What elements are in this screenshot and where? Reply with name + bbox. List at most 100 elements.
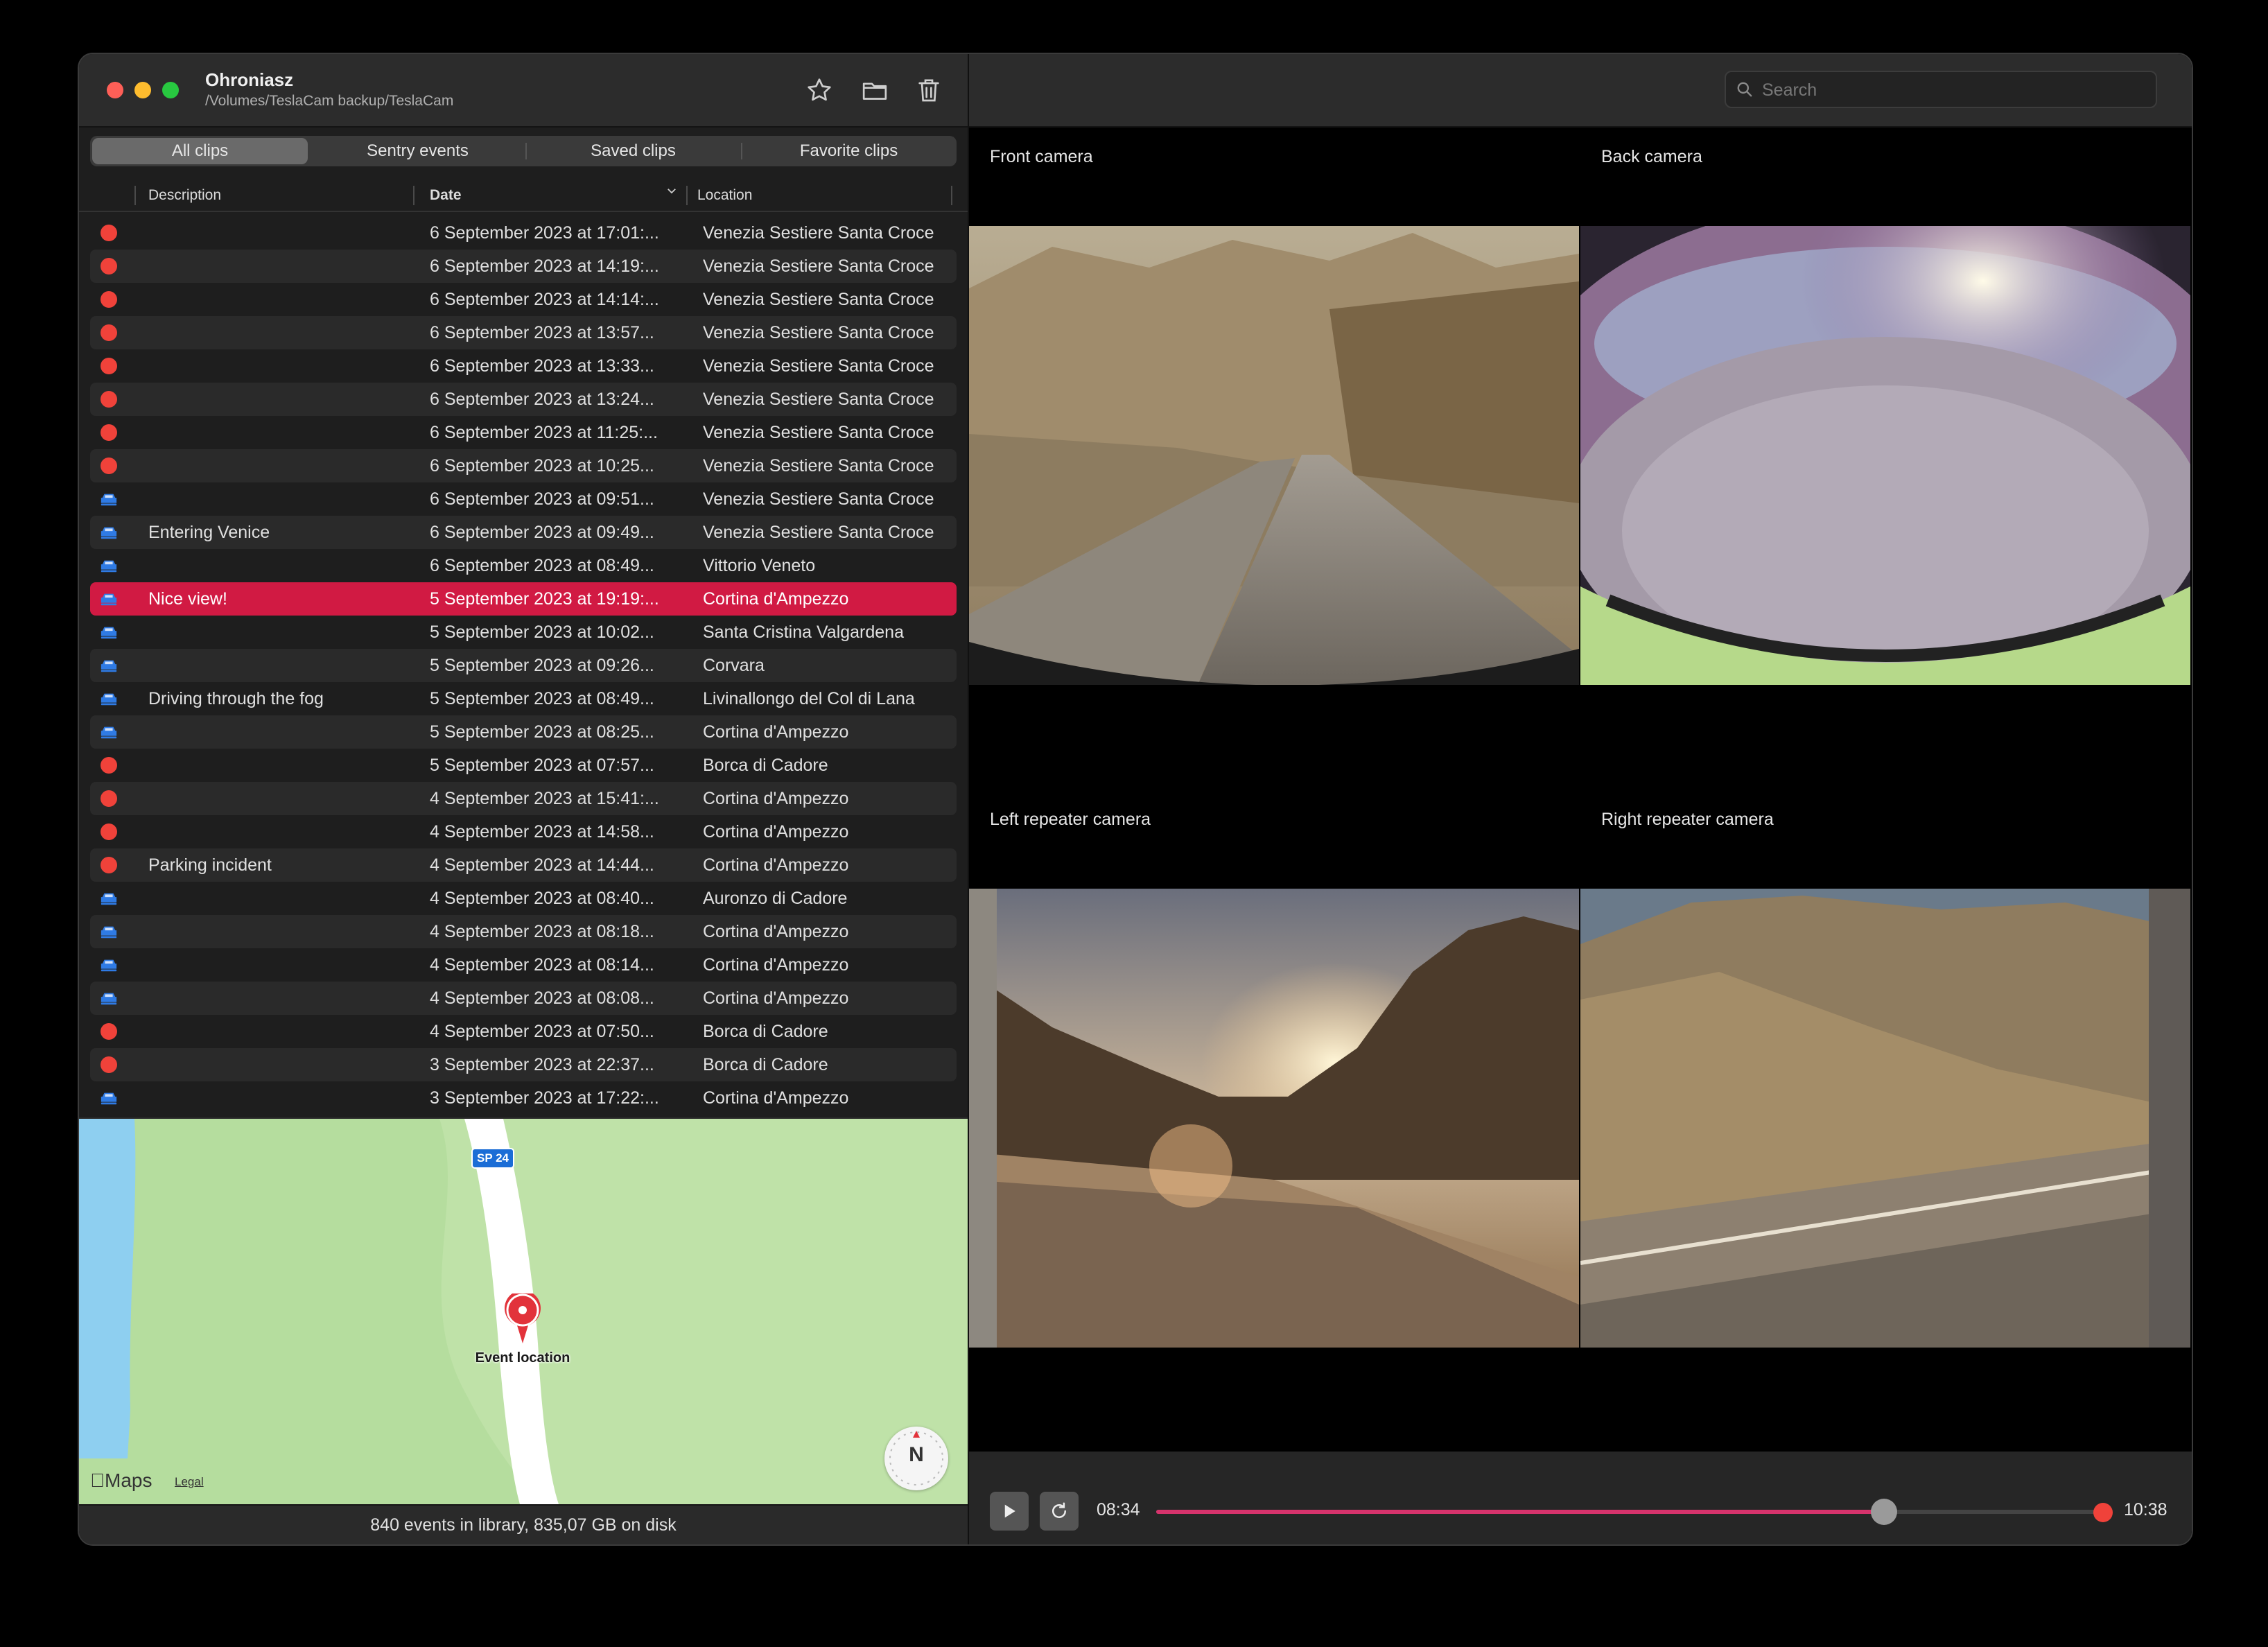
event-row[interactable]: 4 September 2023 at 08:18... Cortina d'Am… bbox=[90, 915, 957, 948]
play-icon bbox=[1004, 1504, 1015, 1518]
event-row[interactable]: 6 September 2023 at 11:25:... Venezia Ses… bbox=[90, 416, 957, 449]
event-row[interactable]: 5 September 2023 at 07:57... Borca di Cad… bbox=[90, 749, 957, 782]
event-list: 6 September 2023 at 17:01:... Venezia Ses… bbox=[90, 216, 957, 1115]
event-description: Driving through the fog bbox=[148, 689, 324, 708]
event-date: 6 September 2023 at 17:01:... bbox=[430, 223, 659, 243]
player-pane: Front camera Back camera Left repeater c… bbox=[969, 54, 2192, 1544]
event-location: Borca di Cadore bbox=[703, 1022, 828, 1041]
end-time: 10:38 bbox=[2124, 1500, 2167, 1519]
event-date: 6 September 2023 at 08:49... bbox=[430, 556, 654, 575]
event-location: Cortina d'Ampezzo bbox=[703, 789, 849, 808]
event-row[interactable]: 4 September 2023 at 08:40... Auronzo di C… bbox=[90, 882, 957, 915]
library-path: /Volumes/TeslaCam backup/TeslaCam bbox=[205, 93, 454, 109]
event-date: 5 September 2023 at 07:57... bbox=[430, 756, 654, 775]
event-location: Cortina d'Ampezzo bbox=[703, 855, 849, 875]
event-row[interactable]: 4 September 2023 at 07:50... Borca di Cad… bbox=[90, 1015, 957, 1048]
event-row[interactable]: 4 September 2023 at 08:08... Cortina d'Am… bbox=[90, 982, 957, 1015]
event-location: Borca di Cadore bbox=[703, 756, 828, 775]
tab-favorite-clips[interactable]: Favorite clips bbox=[741, 136, 957, 166]
sentry-dot bbox=[101, 1056, 117, 1073]
event-location: Cortina d'Ampezzo bbox=[703, 589, 849, 609]
event-date: 6 September 2023 at 13:57... bbox=[430, 323, 654, 342]
left-repeater-camera-view[interactable] bbox=[969, 889, 1579, 1348]
loop-button[interactable] bbox=[1040, 1492, 1079, 1531]
column-date[interactable]: Date bbox=[430, 187, 462, 204]
event-map[interactable]: SP 24 Event location Maps Legal N bbox=[79, 1117, 968, 1504]
saved-clip-icon bbox=[100, 624, 118, 640]
minimize-window-button[interactable] bbox=[134, 82, 151, 98]
event-row[interactable]: 3 September 2023 at 22:37... Borca di Cad… bbox=[90, 1048, 957, 1081]
event-row[interactable]: Driving through the fog 5 September 2023 … bbox=[90, 682, 957, 715]
app-title: Ohroniasz bbox=[205, 69, 294, 90]
event-row[interactable]: 6 September 2023 at 14:14:... Venezia Ses… bbox=[90, 283, 957, 316]
sentry-event-icon bbox=[100, 1056, 118, 1073]
event-row[interactable]: 6 September 2023 at 13:24... Venezia Sest… bbox=[90, 383, 957, 416]
titlebar: Ohroniasz /Volumes/TeslaCam backup/Tesla… bbox=[79, 54, 968, 128]
trash-icon[interactable] bbox=[911, 72, 947, 108]
event-date: 4 September 2023 at 15:41:... bbox=[430, 789, 659, 808]
sentry-dot bbox=[101, 324, 117, 341]
star-icon[interactable] bbox=[801, 72, 837, 108]
event-marker[interactable] bbox=[2093, 1503, 2113, 1522]
close-window-button[interactable] bbox=[107, 82, 123, 98]
sentry-dot bbox=[101, 824, 117, 840]
app-window: Ohroniasz /Volumes/TeslaCam backup/Tesla… bbox=[78, 53, 2193, 1546]
event-row[interactable]: 4 September 2023 at 08:14... Cortina d'Am… bbox=[90, 948, 957, 982]
front-camera-view[interactable] bbox=[969, 226, 1579, 685]
event-row[interactable]: 6 September 2023 at 17:01:... Venezia Ses… bbox=[90, 216, 957, 250]
event-row[interactable]: 3 September 2023 at 17:22:... Cortina d'A… bbox=[90, 1081, 957, 1115]
folder-icon[interactable] bbox=[857, 72, 893, 108]
event-location: Venezia Sestiere Santa Croce bbox=[703, 390, 934, 409]
zoom-window-button[interactable] bbox=[162, 82, 179, 98]
chevron-down-icon[interactable] bbox=[665, 184, 678, 201]
event-location: Venezia Sestiere Santa Croce bbox=[703, 356, 934, 376]
event-row[interactable]: Entering Venice 6 September 2023 at 09:49… bbox=[90, 516, 957, 549]
event-row[interactable]: 6 September 2023 at 09:51... Venezia Sest… bbox=[90, 482, 957, 516]
search-input[interactable] bbox=[1761, 76, 2145, 104]
event-row[interactable]: Parking incident 4 September 2023 at 14:4… bbox=[90, 848, 957, 882]
event-row[interactable]: 4 September 2023 at 15:41:... Cortina d'A… bbox=[90, 782, 957, 815]
library-status: 840 events in library, 835,07 GB on disk bbox=[79, 1504, 968, 1544]
column-location[interactable]: Location bbox=[697, 187, 752, 204]
playhead-knob[interactable] bbox=[1871, 1499, 1898, 1525]
event-location: Vittorio Veneto bbox=[703, 556, 816, 575]
event-row[interactable]: 5 September 2023 at 09:26... Corvara bbox=[90, 649, 957, 682]
event-row[interactable]: 6 September 2023 at 13:33... Venezia Sest… bbox=[90, 349, 957, 383]
sentry-event-icon bbox=[100, 391, 118, 408]
saved-clip-icon bbox=[100, 890, 118, 907]
event-row[interactable]: 6 September 2023 at 10:25... Venezia Sest… bbox=[90, 449, 957, 482]
sentry-dot bbox=[101, 857, 117, 873]
tab-sentry-events[interactable]: Sentry events bbox=[310, 136, 525, 166]
sentry-event-icon bbox=[100, 757, 118, 774]
event-location: Cortina d'Ampezzo bbox=[703, 1088, 849, 1108]
map-pin-icon[interactable] bbox=[503, 1290, 542, 1345]
event-date: 5 September 2023 at 19:19:... bbox=[430, 589, 659, 609]
event-row[interactable]: 6 September 2023 at 08:49... Vittorio Ven… bbox=[90, 549, 957, 582]
sentry-event-icon bbox=[100, 458, 118, 474]
legal-link[interactable]: Legal bbox=[175, 1475, 204, 1489]
timeline-scrubber[interactable] bbox=[1156, 1499, 2113, 1525]
event-row[interactable]: 6 September 2023 at 13:57... Venezia Sest… bbox=[90, 316, 957, 349]
event-row[interactable]: 5 September 2023 at 10:02... Santa Cristi… bbox=[90, 616, 957, 649]
event-date: 5 September 2023 at 08:25... bbox=[430, 722, 654, 742]
tab-saved-clips[interactable]: Saved clips bbox=[525, 136, 741, 166]
play-button[interactable] bbox=[990, 1492, 1029, 1531]
back-camera-view[interactable] bbox=[1580, 226, 2190, 685]
event-row[interactable]: 6 September 2023 at 14:19:... Venezia Ses… bbox=[90, 250, 957, 283]
event-row[interactable]: 4 September 2023 at 14:58... Cortina d'Am… bbox=[90, 815, 957, 848]
right-repeater-camera-view[interactable] bbox=[1580, 889, 2190, 1348]
tab-all-clips[interactable]: All clips bbox=[92, 138, 308, 164]
event-location: Venezia Sestiere Santa Croce bbox=[703, 290, 934, 309]
saved-clip-icon bbox=[100, 990, 118, 1007]
event-row[interactable]: Nice view! 5 September 2023 at 19:19:... C… bbox=[90, 582, 957, 616]
sentry-dot bbox=[101, 757, 117, 774]
compass-icon[interactable]: N bbox=[884, 1427, 948, 1490]
column-separator bbox=[686, 186, 688, 205]
event-location: Cortina d'Ampezzo bbox=[703, 722, 849, 742]
event-row[interactable]: 5 September 2023 at 08:25... Cortina d'Am… bbox=[90, 715, 957, 749]
column-description[interactable]: Description bbox=[148, 187, 221, 204]
search-field[interactable] bbox=[1725, 71, 2157, 108]
event-date: 4 September 2023 at 14:44... bbox=[430, 855, 654, 875]
column-separator bbox=[134, 186, 136, 205]
current-time: 08:34 bbox=[1097, 1500, 1140, 1519]
